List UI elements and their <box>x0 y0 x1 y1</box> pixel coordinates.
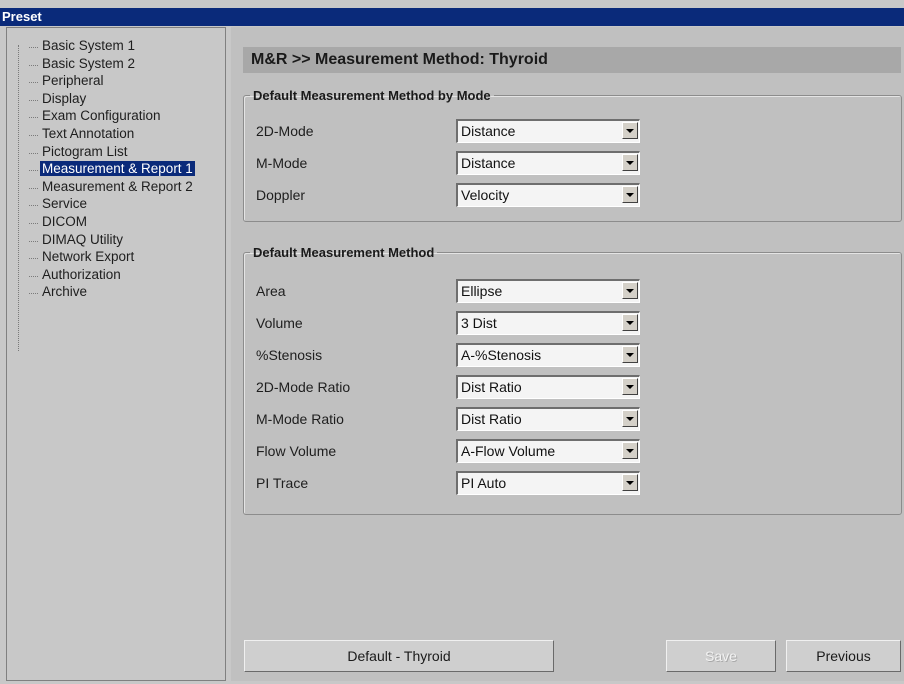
tree-item-archive[interactable]: Archive <box>17 284 195 302</box>
group-title-by-mode: Default Measurement Method by Mode <box>253 88 491 103</box>
doppler-dropdown[interactable]: Velocity <box>456 183 640 207</box>
setting-label: 2D-Mode <box>256 123 314 139</box>
previous-button[interactable]: Previous <box>786 640 901 672</box>
group-default-measurement-method: Default Measurement Method Area Ellipse … <box>243 245 902 515</box>
dropdown-value: Distance <box>461 123 516 139</box>
setting-row-m-mode: M-Mode Distance <box>256 151 676 175</box>
chevron-down-icon[interactable] <box>622 186 638 203</box>
pi-trace-dropdown[interactable]: PI Auto <box>456 471 640 495</box>
chevron-down-icon[interactable] <box>622 474 638 491</box>
window-title: Preset <box>2 9 42 24</box>
tree-item-display[interactable]: Display <box>17 91 195 109</box>
stenosis-dropdown[interactable]: A-%Stenosis <box>456 343 640 367</box>
tree-item-network-export[interactable]: Network Export <box>17 249 195 267</box>
dropdown-value: Distance <box>461 155 516 171</box>
setting-row-area: Area Ellipse <box>256 279 676 303</box>
tree-item-measurement-report-2[interactable]: Measurement & Report 2 <box>17 179 195 197</box>
tree-item-service[interactable]: Service <box>17 196 195 214</box>
tree-item-peripheral[interactable]: Peripheral <box>17 73 195 91</box>
m-mode-ratio-dropdown[interactable]: Dist Ratio <box>456 407 640 431</box>
tree-item-pictogram-list[interactable]: Pictogram List <box>17 144 195 162</box>
dropdown-value: 3 Dist <box>461 315 497 331</box>
window-title-bar: Preset <box>0 8 904 26</box>
setting-row-pi-trace: PI Trace PI Auto <box>256 471 676 495</box>
setting-row-volume: Volume 3 Dist <box>256 311 676 335</box>
chevron-down-icon[interactable] <box>622 378 638 395</box>
setting-label: M-Mode Ratio <box>256 411 344 427</box>
setting-label: 2D-Mode Ratio <box>256 379 351 395</box>
preset-tree: Basic System 1 Basic System 2 Peripheral… <box>17 38 195 302</box>
tree-item-dicom[interactable]: DICOM <box>17 214 195 232</box>
setting-row-2d-mode-ratio: 2D-Mode Ratio Dist Ratio <box>256 375 676 399</box>
chevron-down-icon[interactable] <box>622 314 638 331</box>
dropdown-value: Ellipse <box>461 283 503 299</box>
setting-label: Flow Volume <box>256 443 337 459</box>
preset-tree-panel: Basic System 1 Basic System 2 Peripheral… <box>6 27 226 681</box>
setting-row-stenosis: %Stenosis A-%Stenosis <box>256 343 676 367</box>
group-measurement-method-by-mode: Default Measurement Method by Mode 2D-Mo… <box>243 88 902 222</box>
tree-item-basic-system-1[interactable]: Basic System 1 <box>17 38 195 56</box>
setting-label: Doppler <box>256 187 306 203</box>
chevron-down-icon[interactable] <box>622 282 638 299</box>
tree-item-dimaq-utility[interactable]: DIMAQ Utility <box>17 232 195 250</box>
tree-item-basic-system-2[interactable]: Basic System 2 <box>17 56 195 74</box>
setting-row-2d-mode: 2D-Mode Distance <box>256 119 676 143</box>
setting-row-doppler: Doppler Velocity <box>256 183 676 207</box>
setting-label: Volume <box>256 315 303 331</box>
setting-label: %Stenosis <box>256 347 323 363</box>
chevron-down-icon[interactable] <box>622 442 638 459</box>
setting-label: PI Trace <box>256 475 309 491</box>
2d-mode-dropdown[interactable]: Distance <box>456 119 640 143</box>
setting-row-m-mode-ratio: M-Mode Ratio Dist Ratio <box>256 407 676 431</box>
save-button[interactable]: Save <box>666 640 776 672</box>
dropdown-value: Velocity <box>461 187 510 203</box>
tree-item-exam-configuration[interactable]: Exam Configuration <box>17 108 195 126</box>
dropdown-value: Dist Ratio <box>461 411 522 427</box>
flow-volume-dropdown[interactable]: A-Flow Volume <box>456 439 640 463</box>
2d-mode-ratio-dropdown[interactable]: Dist Ratio <box>456 375 640 399</box>
area-dropdown[interactable]: Ellipse <box>456 279 640 303</box>
setting-label: M-Mode <box>256 155 308 171</box>
chevron-down-icon[interactable] <box>622 346 638 363</box>
m-mode-dropdown[interactable]: Distance <box>456 151 640 175</box>
tree-item-text-annotation[interactable]: Text Annotation <box>17 126 195 144</box>
default-thyroid-button[interactable]: Default - Thyroid <box>244 640 554 672</box>
setting-label: Area <box>256 283 286 299</box>
group-title-method: Default Measurement Method <box>253 245 435 260</box>
dropdown-value: Dist Ratio <box>461 379 522 395</box>
settings-content-panel: M&R >> Measurement Method: Thyroid Defau… <box>231 27 904 681</box>
tree-item-authorization[interactable]: Authorization <box>17 267 195 285</box>
dropdown-value: PI Auto <box>461 475 507 491</box>
dropdown-value: A-Flow Volume <box>461 443 556 459</box>
volume-dropdown[interactable]: 3 Dist <box>456 311 640 335</box>
setting-row-flow-volume: Flow Volume A-Flow Volume <box>256 439 676 463</box>
chevron-down-icon[interactable] <box>622 410 638 427</box>
page-title: M&R >> Measurement Method: Thyroid <box>243 47 901 73</box>
dropdown-value: A-%Stenosis <box>461 347 542 363</box>
tree-item-measurement-report-1[interactable]: Measurement & Report 1 <box>17 161 195 179</box>
chevron-down-icon[interactable] <box>622 154 638 171</box>
chevron-down-icon[interactable] <box>622 122 638 139</box>
